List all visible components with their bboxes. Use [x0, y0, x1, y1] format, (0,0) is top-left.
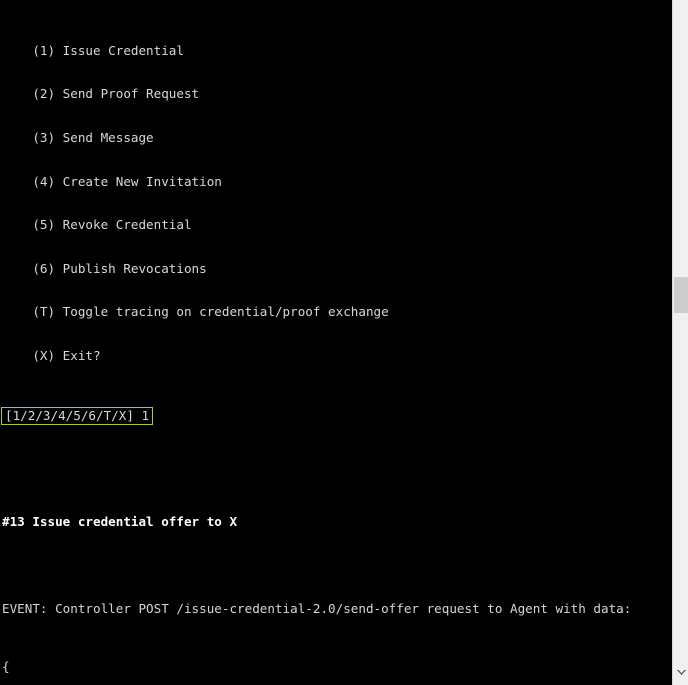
menu-item-create-new-invitation[interactable]: (4) Create New Invitation	[0, 174, 672, 190]
menu-item-toggle-tracing[interactable]: (T) Toggle tracing on credential/proof e…	[0, 305, 672, 320]
payload-line: {	[2, 659, 10, 675]
event-log-line: EVENT: Controller POST /issue-credential…	[2, 600, 632, 616]
menu-item-send-proof-request[interactable]: (2) Send Proof Request	[0, 87, 672, 102]
vertical-scrollbar[interactable]	[672, 0, 688, 685]
menu-item-issue-credential[interactable]: (1) Issue Credential	[0, 43, 672, 59]
chevron-down-icon[interactable]	[673, 665, 688, 681]
menu-item-send-message[interactable]: (3) Send Message	[0, 130, 672, 146]
menu-item-exit[interactable]: (X) Exit?	[0, 349, 672, 364]
menu-item-revoke-credential[interactable]: (5) Revoke Credential	[0, 218, 672, 233]
page-title: #13 Issue credential offer to X	[2, 513, 238, 529]
terminal-output[interactable]: (1) Issue Credential (2) Send Proof Requ…	[0, 0, 672, 685]
prompt-options-label: [1/2/3/4/5/6/T/X]	[5, 408, 134, 424]
prompt-entered-value: 1	[141, 408, 150, 424]
terminal-window[interactable]: (1) Issue Credential (2) Send Proof Requ…	[0, 0, 688, 685]
prompt-row[interactable]: [1/2/3/4/5/6/T/X] 1	[0, 407, 672, 427]
prompt-input-box[interactable]: [1/2/3/4/5/6/T/X] 1	[1, 407, 154, 426]
scrollbar-thumb[interactable]	[674, 277, 688, 313]
menu-item-publish-revocations[interactable]: (6) Publish Revocations	[0, 261, 672, 277]
